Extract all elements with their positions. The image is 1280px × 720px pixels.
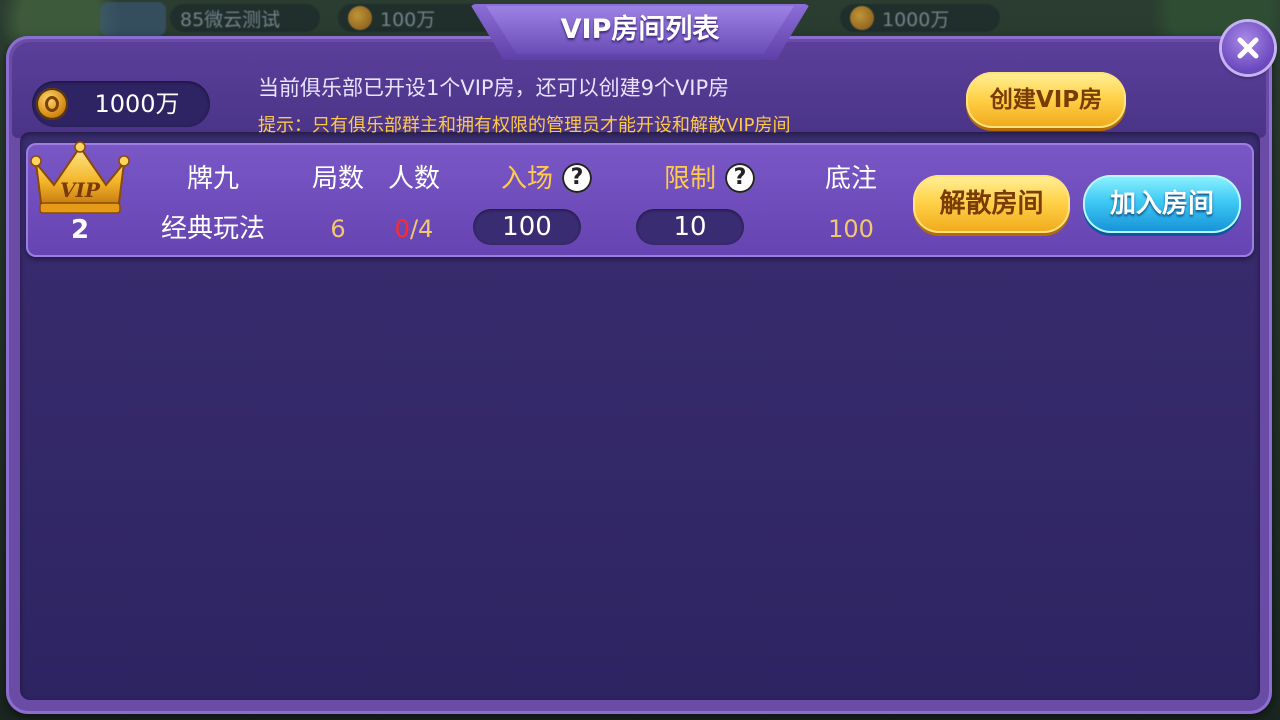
join-room-button[interactable]: 加入房间 [1083, 175, 1241, 233]
players-current: 0 [394, 215, 410, 243]
players-max: /4 [409, 215, 434, 243]
lobby-avatar [100, 2, 166, 36]
create-vip-room-button[interactable]: 创建VIP房 [966, 72, 1126, 128]
dissolve-room-button[interactable]: 解散房间 [913, 175, 1070, 233]
vip-badge-text: VIP [60, 178, 101, 202]
limit-value: 10 [636, 209, 744, 245]
dialog-title: VIP房间列表 [560, 14, 720, 45]
close-icon [1237, 37, 1259, 59]
close-button[interactable] [1222, 22, 1274, 74]
entry-value: 100 [473, 209, 581, 245]
base-bet-label: 底注 [824, 164, 877, 194]
entry-label: 入场 [500, 164, 553, 194]
base-bet-value: 100 [828, 215, 874, 243]
rounds-value: 6 [330, 215, 346, 243]
players-label: 人数 [387, 164, 440, 194]
lobby-gold-pill: 1000万 [840, 4, 1000, 32]
game-mode: 经典玩法 [160, 214, 265, 244]
lobby-club-name: 85微云测试 [170, 4, 320, 32]
vip-room-count-info: 当前俱乐部已开设1个VIP房，还可以创建9个VIP房 [258, 76, 730, 100]
gold-coin-icon [850, 6, 874, 30]
limit-label: 限制 [663, 164, 716, 194]
game-name: 牌九 [186, 164, 239, 194]
vip-crown-icon: VIP [30, 141, 130, 214]
limit-help-icon[interactable]: ? [725, 163, 755, 193]
players-value: 0/4 [384, 211, 444, 247]
rounds-label: 局数 [311, 164, 364, 194]
chip-coin-icon [348, 6, 372, 30]
gold-coin-icon [36, 88, 68, 120]
room-number: 2 [70, 215, 90, 245]
permission-hint: 提示：只有俱乐部群主和拥有权限的管理员才能开设和解散VIP房间 [258, 115, 791, 136]
gold-balance-value: 1000万 [94, 90, 180, 118]
entry-help-icon[interactable]: ? [562, 163, 592, 193]
